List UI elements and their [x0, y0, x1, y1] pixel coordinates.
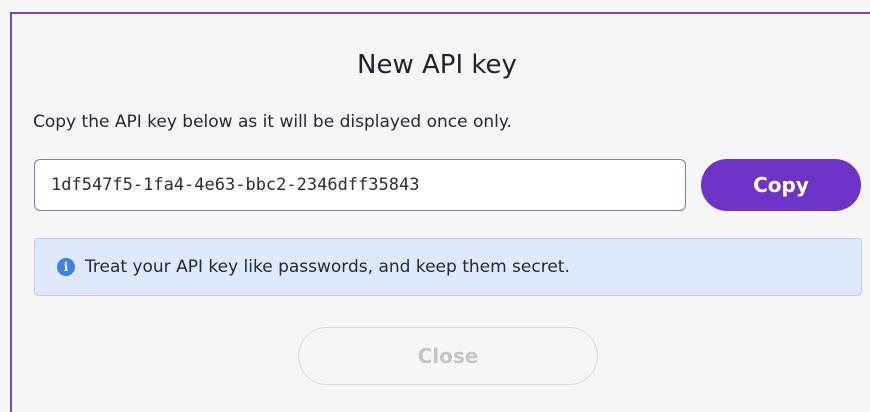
- new-api-key-dialog: New API key Copy the API key below as it…: [10, 12, 870, 412]
- dialog-title: New API key: [357, 50, 517, 80]
- info-icon: i: [57, 258, 75, 276]
- dialog-description: Copy the API key below as it will be dis…: [33, 112, 512, 132]
- api-key-field[interactable]: [34, 159, 686, 211]
- copy-button[interactable]: Copy: [701, 159, 861, 211]
- close-button[interactable]: Close: [298, 327, 598, 385]
- info-notice: i Treat your API key like passwords, and…: [34, 238, 862, 296]
- notice-text: Treat your API key like passwords, and k…: [85, 257, 570, 277]
